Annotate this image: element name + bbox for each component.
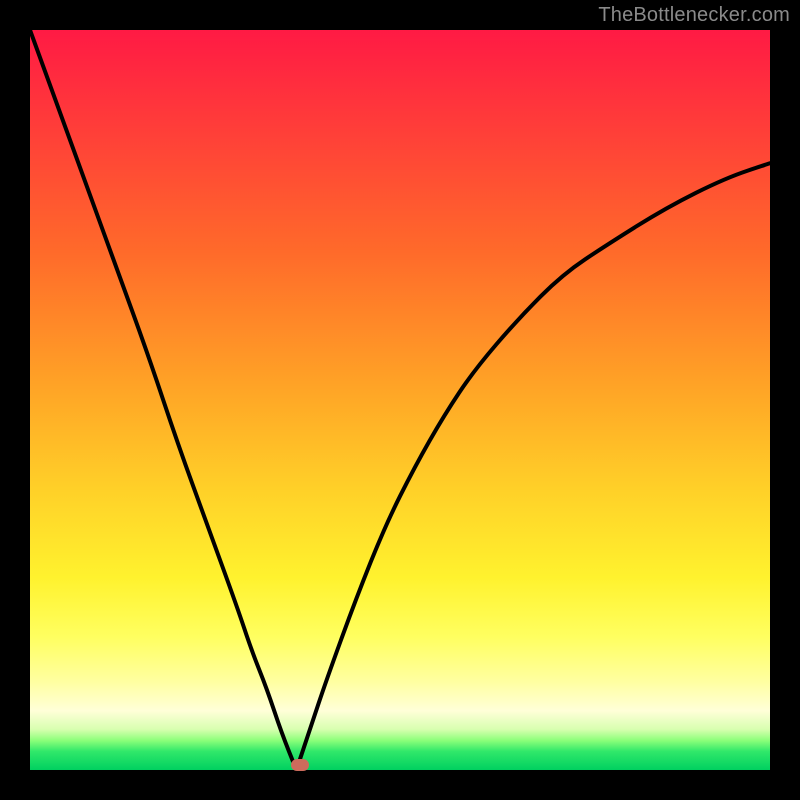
chart-frame: TheBottlenecker.com — [0, 0, 800, 800]
optimum-marker — [291, 759, 309, 771]
watermark-text: TheBottlenecker.com — [598, 4, 790, 27]
bottleneck-curve — [30, 30, 770, 770]
curve-path — [30, 30, 770, 770]
plot-area — [30, 30, 770, 770]
